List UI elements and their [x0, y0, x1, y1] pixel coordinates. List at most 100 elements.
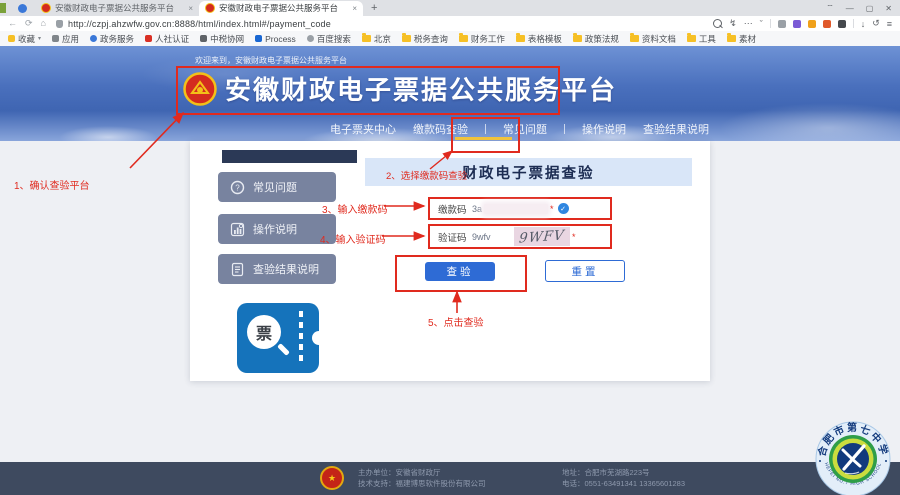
globe-icon — [90, 35, 97, 42]
bookmark-item[interactable]: 应用 — [52, 33, 79, 45]
main-nav: 电子票夹中心 缴款码查验 常见问题 操作说明 查验结果说明 — [330, 121, 709, 137]
bookmark-folder[interactable]: 素材 — [727, 33, 756, 45]
required-asterisk: * — [550, 204, 554, 214]
close-window-button[interactable]: ✕ — [885, 4, 892, 13]
nav-item-manual[interactable]: 操作说明 — [582, 121, 626, 137]
active-nav-underline — [455, 137, 512, 140]
bolt-icon[interactable]: ↯ — [729, 18, 737, 29]
folder-icon — [516, 35, 525, 42]
bookmark-item[interactable]: 收藏▾ — [8, 33, 41, 45]
bookmark-folder[interactable]: 工具 — [687, 33, 716, 45]
verified-check-icon[interactable]: ✓ — [558, 203, 569, 214]
national-emblem-icon: ★ — [320, 466, 344, 490]
captcha-input[interactable]: 9wfv — [472, 232, 506, 242]
bookmark-item[interactable]: 百度搜索 — [307, 33, 351, 45]
new-tab-button[interactable]: + — [371, 2, 377, 14]
desktop-sliver — [0, 3, 6, 13]
undo-icon[interactable]: ↺ — [872, 18, 880, 29]
chevron-down-icon[interactable]: ˇ — [760, 19, 763, 29]
sidebar-item-label: 查验结果说明 — [253, 261, 319, 277]
site-info-icon[interactable] — [56, 20, 63, 28]
redacted-value — [484, 204, 548, 214]
sidebar-header-bar — [222, 150, 357, 163]
footer-tech: 技术支持：福建博思软件股份有限公司 — [358, 478, 486, 489]
tab-close-icon[interactable]: × — [352, 4, 357, 13]
folder-icon — [630, 35, 639, 42]
payment-code-input[interactable]: 3a — [472, 204, 482, 214]
window-controls: ⌔ — ▢ ✕ — [826, 3, 900, 13]
restore-button[interactable]: ▢ — [866, 4, 874, 13]
site-title: 安徽财政电子票据公共服务平台 — [225, 70, 617, 107]
extension-icon[interactable] — [823, 20, 831, 28]
folder-icon — [687, 35, 696, 42]
bookmark-folder[interactable]: 北京 — [362, 33, 391, 45]
grid-icon — [52, 35, 59, 42]
annotation-step5: 5、点击查验 — [428, 314, 484, 329]
nav-item-ebill-wallet[interactable]: 电子票夹中心 — [330, 121, 396, 137]
browser-tab-2-active[interactable]: 安徽财政电子票据公共服务平台 × — [199, 1, 363, 16]
tab-search-icon[interactable]: ⌔ — [826, 3, 834, 13]
brand-row: 安徽财政电子票据公共服务平台 — [183, 70, 617, 107]
sidebar-item-label: 常见问题 — [253, 179, 297, 195]
bookmark-folder[interactable]: 表格模板 — [516, 33, 562, 45]
sidebar-item-manual[interactable]: 操作说明 — [218, 214, 336, 244]
divider — [564, 124, 565, 134]
annotation-step3: 3、输入缴款码 — [322, 201, 388, 216]
payment-code-row: 缴款码 3a * ✓ — [428, 197, 612, 220]
magnifier-ticket-icon: 票 — [247, 315, 281, 349]
bookmark-folder[interactable]: 税务查询 — [402, 33, 448, 45]
download-icon[interactable]: ↓ — [861, 19, 866, 29]
folder-icon — [402, 35, 411, 42]
bookmark-folder[interactable]: 政策法规 — [573, 33, 619, 45]
menu-icon[interactable]: ≡ — [887, 19, 892, 29]
bookmark-item[interactable]: 人社认证 — [145, 33, 189, 45]
bookmark-folder[interactable]: 财务工作 — [459, 33, 505, 45]
minimize-button[interactable]: — — [846, 4, 854, 13]
captcha-row: 验证码 9wfv 9WFV * — [428, 224, 612, 249]
sidebar-item-faq[interactable]: ? 常见问题 — [218, 172, 336, 202]
url-text[interactable]: http://czpj.ahzwfw.gov.cn:8888/html/inde… — [68, 19, 331, 29]
annotation-step1: 1、确认查验平台 — [14, 177, 90, 192]
check-button[interactable]: 查验 — [425, 262, 495, 281]
more-icon[interactable]: ⋯ — [744, 18, 753, 29]
extension-icon[interactable] — [838, 20, 846, 28]
bookmark-item[interactable]: Process — [255, 34, 296, 44]
form-title: 财政电子票据查验 — [463, 162, 595, 183]
welcome-text: 欢迎来到，安徽财政电子票据公共服务平台 — [195, 55, 347, 66]
favicon-icon — [255, 35, 262, 42]
browser-address-bar: ← ⟳ ⌂ http://czpj.ahzwfw.gov.cn:8888/htm… — [0, 16, 900, 32]
browser-logo-icon[interactable] — [18, 4, 27, 13]
folder-icon — [573, 35, 582, 42]
folder-icon — [459, 35, 468, 42]
question-icon: ? — [230, 180, 245, 195]
sidebar-item-result-help[interactable]: 查验结果说明 — [218, 254, 336, 284]
chart-gear-icon — [230, 222, 245, 237]
browser-tabstrip: 安徽财政电子票据公共服务平台 × 安徽财政电子票据公共服务平台 × + ⌔ — … — [0, 0, 900, 16]
bookmark-item[interactable]: 政务服务 — [90, 33, 134, 45]
divider — [770, 19, 771, 28]
bookmark-folder[interactable]: 资料文档 — [630, 33, 676, 45]
nav-item-payment-code-check[interactable]: 缴款码查验 — [413, 121, 468, 137]
annotation-step4: 4、输入验证码 — [320, 231, 386, 246]
back-icon[interactable]: ← — [8, 18, 17, 29]
search-icon[interactable] — [713, 19, 722, 28]
divider — [853, 19, 854, 28]
tab-close-icon[interactable]: × — [188, 4, 193, 13]
extension-icon[interactable] — [778, 20, 786, 28]
folder-icon — [727, 35, 736, 42]
home-icon[interactable]: ⌂ — [41, 18, 46, 29]
nav-item-faq[interactable]: 常见问题 — [503, 121, 547, 137]
extension-icon[interactable] — [793, 20, 801, 28]
bookmark-item[interactable]: 中税协网 — [200, 33, 244, 45]
captcha-image[interactable]: 9WFV — [514, 227, 570, 246]
reset-button[interactable]: 重置 — [545, 260, 625, 282]
browser-tab-1[interactable]: 安徽财政电子票据公共服务平台 × — [35, 1, 199, 16]
captcha-label: 验证码 — [438, 230, 472, 244]
nav-item-result-help[interactable]: 查验结果说明 — [643, 121, 709, 137]
favicon-icon — [200, 35, 207, 42]
refresh-icon[interactable]: ⟳ — [25, 18, 33, 29]
school-logo-watermark: 合肥市第七中学 HEFEI NO.7 HIGH SCHOOL — [815, 421, 891, 495]
screen: 安徽财政电子票据公共服务平台 × 安徽财政电子票据公共服务平台 × + ⌔ — … — [0, 0, 900, 495]
extension-icon[interactable] — [808, 20, 816, 28]
footer-address: 地址：合肥市芜湖路223号 — [562, 467, 685, 478]
